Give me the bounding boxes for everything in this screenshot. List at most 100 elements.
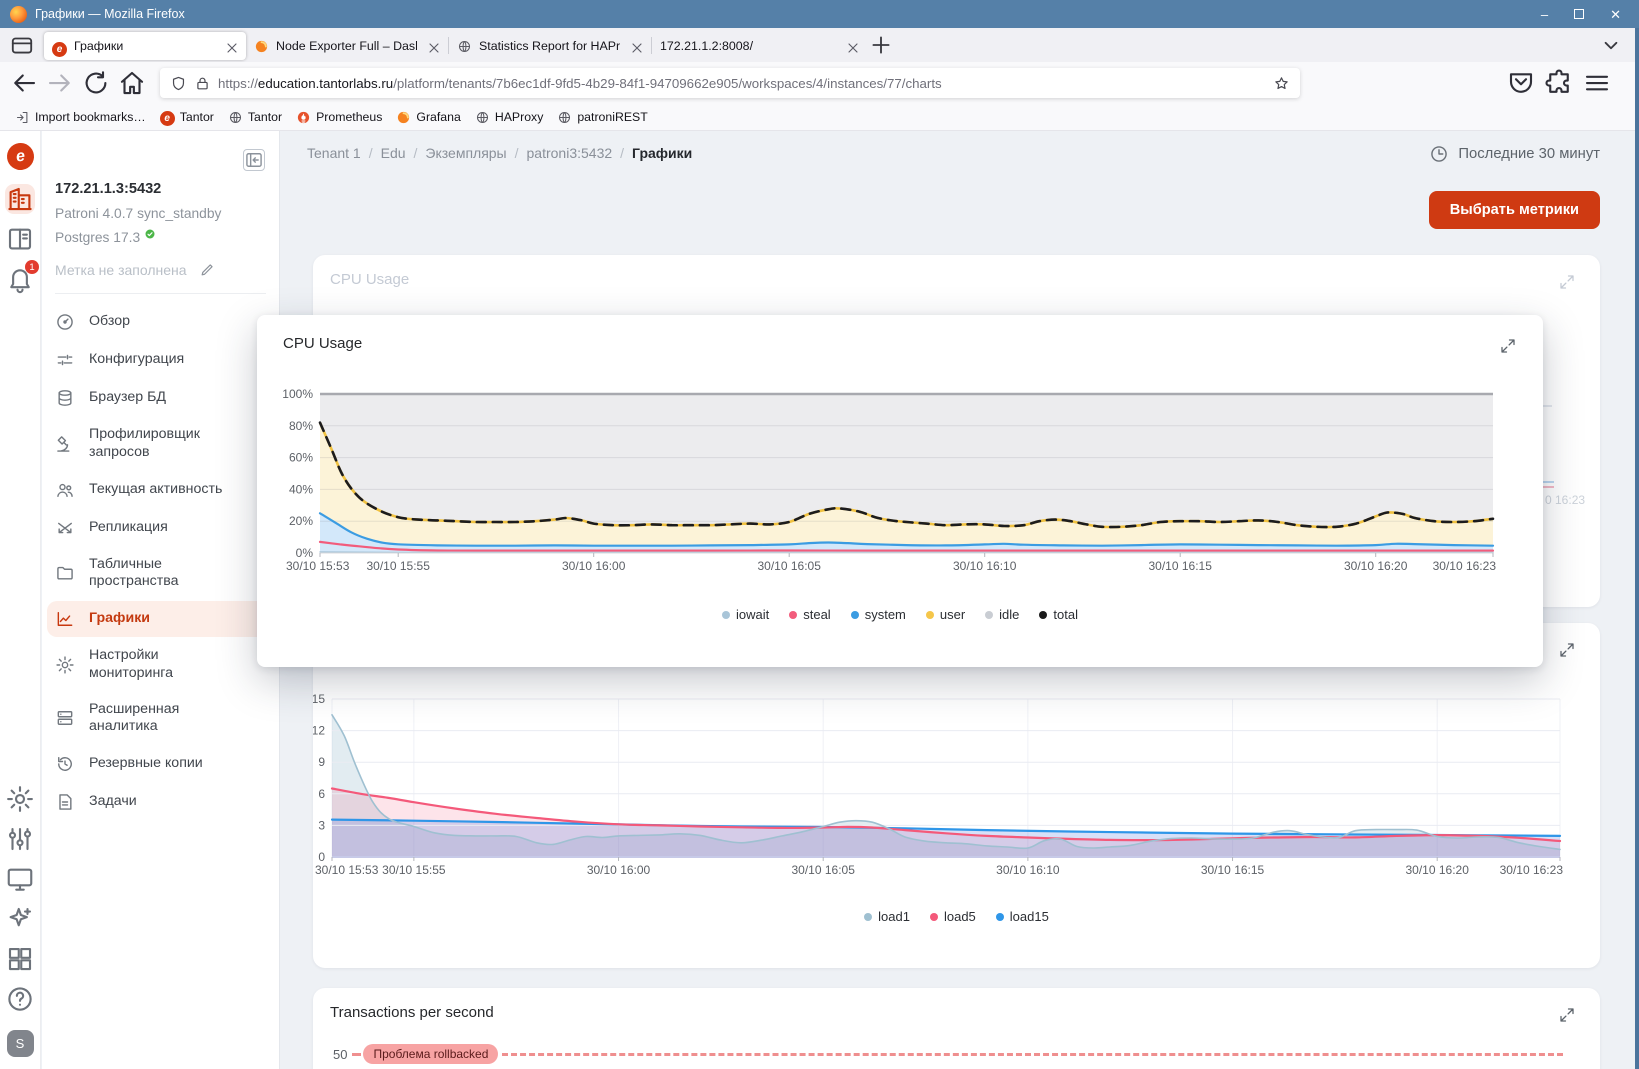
rail-assistant-icon[interactable]: [5, 904, 35, 934]
edit-label-icon[interactable]: [199, 261, 216, 278]
sidebar-item-label: Репликация: [89, 519, 168, 537]
window-controls: – ✕: [1541, 8, 1629, 21]
close-button[interactable]: ✕: [1610, 8, 1621, 21]
tab-close-icon[interactable]: [424, 38, 440, 54]
reload-button[interactable]: [80, 68, 112, 98]
new-tab-button[interactable]: [867, 32, 895, 58]
tasks-icon: [55, 792, 75, 812]
legend-item-user[interactable]: user: [926, 607, 965, 622]
svg-text:0%: 0%: [296, 546, 314, 560]
legend-item-iowait[interactable]: iowait: [722, 607, 769, 622]
svg-text:100%: 100%: [282, 387, 313, 401]
bookmarks-bar: Import bookmarks…eTantorTantorPrometheus…: [0, 104, 1635, 131]
rail-help-icon[interactable]: [5, 984, 35, 1014]
browser-tab[interactable]: 172.21.1.2:8008/: [652, 32, 867, 60]
home-button[interactable]: [116, 68, 148, 98]
bookmark-item[interactable]: patroniREST: [550, 108, 654, 127]
rail-docs-icon[interactable]: [5, 224, 35, 254]
sidebar-item-overview[interactable]: Обзор: [47, 304, 271, 340]
lock-icon[interactable]: [194, 75, 211, 92]
hamburger-menu-icon[interactable]: [1581, 68, 1613, 98]
legend-label: system: [865, 607, 906, 622]
breadcrumb-item[interactable]: Экземпляры: [425, 145, 506, 161]
extensions-icon[interactable]: [1543, 68, 1575, 98]
url-text[interactable]: https://education.tantorlabs.ru/platform…: [218, 76, 1266, 91]
legend-item-load15[interactable]: load15: [996, 909, 1049, 924]
shield-icon[interactable]: [170, 75, 187, 92]
expand-icon[interactable]: [1558, 273, 1576, 291]
rail-notifications-icon[interactable]: 1: [5, 264, 35, 294]
tab-close-icon[interactable]: [222, 38, 238, 54]
legend-item-total[interactable]: total: [1039, 607, 1078, 622]
select-metrics-button[interactable]: Выбрать метрики: [1429, 191, 1600, 229]
faded-chart-fragment: [1542, 486, 1554, 488]
minimize-button[interactable]: –: [1541, 8, 1548, 21]
legend-item-system[interactable]: system: [851, 607, 906, 622]
sidebar-item-replication[interactable]: Репликация: [47, 510, 271, 546]
legend-item-load1[interactable]: load1: [864, 909, 910, 924]
bookmark-item[interactable]: Import bookmarks…: [8, 108, 153, 127]
breadcrumb-item[interactable]: Edu: [381, 145, 406, 161]
legend-item-load5[interactable]: load5: [930, 909, 976, 924]
time-range-selector[interactable]: Последние 30 минут: [1429, 144, 1600, 164]
expand-icon[interactable]: [1558, 1006, 1576, 1024]
breadcrumb-item[interactable]: Tenant 1: [307, 145, 361, 161]
svg-text:30/10 16:00: 30/10 16:00: [562, 559, 626, 573]
forward-button[interactable]: [44, 68, 76, 98]
sidebar-item-analytics[interactable]: Расширенная аналитика: [47, 693, 271, 745]
bookmark-item[interactable]: Grafana: [389, 108, 467, 127]
legend-label: user: [940, 607, 965, 622]
sidebar-item-charts[interactable]: Графики: [47, 601, 271, 637]
tantor-logo-icon[interactable]: e: [5, 141, 35, 171]
list-all-tabs-icon[interactable]: [1597, 32, 1625, 58]
threshold-line: [502, 1053, 1563, 1056]
browser-tab[interactable]: Node Exporter Full – Dash: [246, 32, 448, 60]
avatar[interactable]: S: [7, 1030, 34, 1057]
sidebar-item-backup[interactable]: Резервные копии: [47, 746, 271, 782]
analytics-icon: [55, 708, 75, 728]
svg-text:30/10 16:10: 30/10 16:10: [953, 559, 1017, 573]
svg-text:30/10 16:00: 30/10 16:00: [587, 863, 651, 877]
url-bar[interactable]: https://education.tantorlabs.ru/platform…: [160, 68, 1300, 98]
back-button[interactable]: [8, 68, 40, 98]
bookmark-item[interactable]: HAProxy: [468, 108, 551, 127]
svg-text:40%: 40%: [289, 482, 313, 496]
maximize-button[interactable]: [1574, 9, 1584, 19]
rail-settings-icon[interactable]: [5, 784, 35, 814]
postgres-version: Postgres 17.3: [55, 230, 140, 245]
tantor-icon: e: [52, 42, 67, 57]
sidebar-item-config[interactable]: Конфигурация: [47, 342, 271, 378]
sidebar-item-profiler[interactable]: Профилировщик запросов: [47, 418, 271, 470]
rail-instances-icon[interactable]: [5, 184, 35, 214]
rail-preferences-icon[interactable]: [5, 824, 35, 854]
sidebar-item-tablespace[interactable]: Табличные пространства: [47, 548, 271, 600]
sidebar-item-gear[interactable]: Настройки мониторинга: [47, 639, 271, 691]
rail-monitor-icon[interactable]: [5, 864, 35, 894]
bookmark-item[interactable]: Tantor: [221, 108, 289, 127]
bookmark-star-icon[interactable]: [1273, 75, 1290, 92]
window-titlebar: Графики — Mozilla Firefox – ✕: [0, 0, 1639, 28]
instance-postgres: Postgres 17.3: [55, 230, 265, 245]
legend-item-idle[interactable]: idle: [985, 607, 1019, 622]
browser-tab[interactable]: eГрафики: [44, 32, 246, 60]
status-ok-icon: [144, 228, 156, 240]
sidebar-item-db[interactable]: Браузер БД: [47, 380, 271, 416]
bookmark-label: Grafana: [416, 110, 460, 124]
bookmark-item[interactable]: Prometheus: [289, 108, 389, 127]
tab-close-icon[interactable]: [627, 38, 643, 54]
sidebar-item-activity[interactable]: Текущая активность: [47, 472, 271, 508]
firefox-view-icon[interactable]: [8, 32, 36, 58]
bookmark-item[interactable]: eTantor: [153, 108, 221, 127]
sidebar-item-tasks[interactable]: Задачи: [47, 784, 271, 820]
rail-apps-icon[interactable]: [5, 944, 35, 974]
problem-annotation-badge[interactable]: Проблема rollbacked: [363, 1044, 498, 1064]
legend-label: idle: [999, 607, 1019, 622]
breadcrumb-item[interactable]: patroni3:5432: [527, 145, 613, 161]
browser-tab[interactable]: Statistics Report for HAPro: [449, 32, 651, 60]
grafana-icon: [396, 110, 411, 125]
collapse-sidebar-button[interactable]: [243, 149, 265, 171]
tab-close-icon[interactable]: [843, 38, 859, 54]
pocket-icon[interactable]: [1505, 68, 1537, 98]
legend-item-steal[interactable]: steal: [789, 607, 830, 622]
svg-text:80%: 80%: [289, 419, 313, 433]
